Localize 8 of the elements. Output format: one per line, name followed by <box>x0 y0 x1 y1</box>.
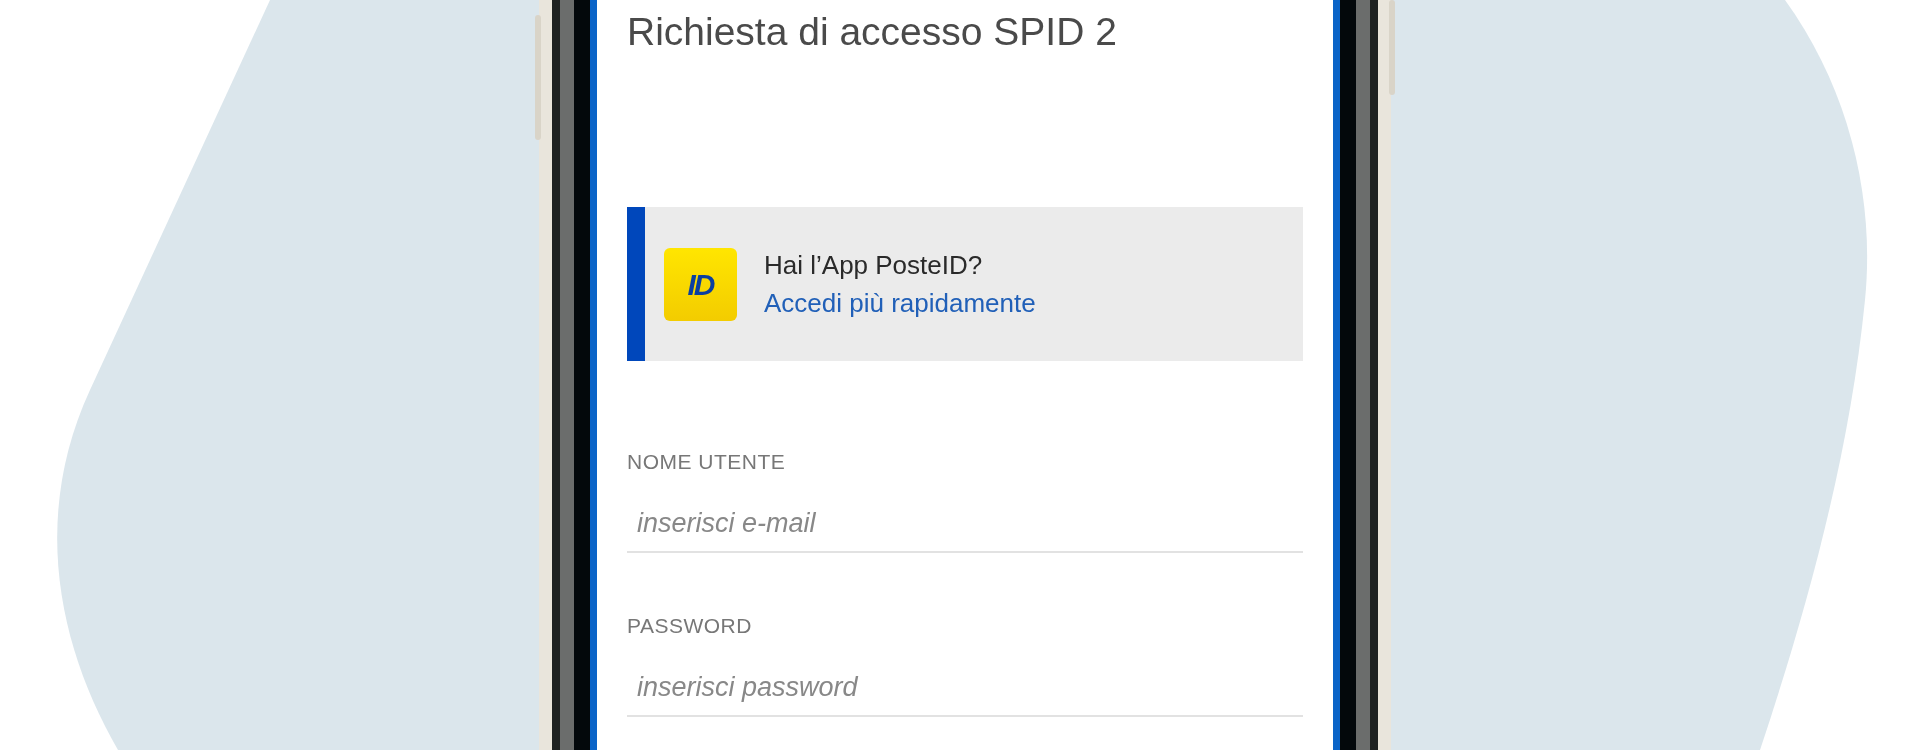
banner-question: Hai l’App PosteID? <box>764 249 984 282</box>
banner-link[interactable]: Accedi più rapidamente <box>764 286 1036 320</box>
app-logo-icon: ID <box>664 247 737 321</box>
field-label: NOME UTENTE <box>627 449 787 475</box>
field-label: PASSWORD <box>627 613 753 639</box>
input-field[interactable]: inserisci e-mail <box>627 495 1303 553</box>
input-field[interactable]: inserisci password <box>627 659 1303 717</box>
page-title: Richiesta di accesso SPID 2 <box>627 9 1118 55</box>
